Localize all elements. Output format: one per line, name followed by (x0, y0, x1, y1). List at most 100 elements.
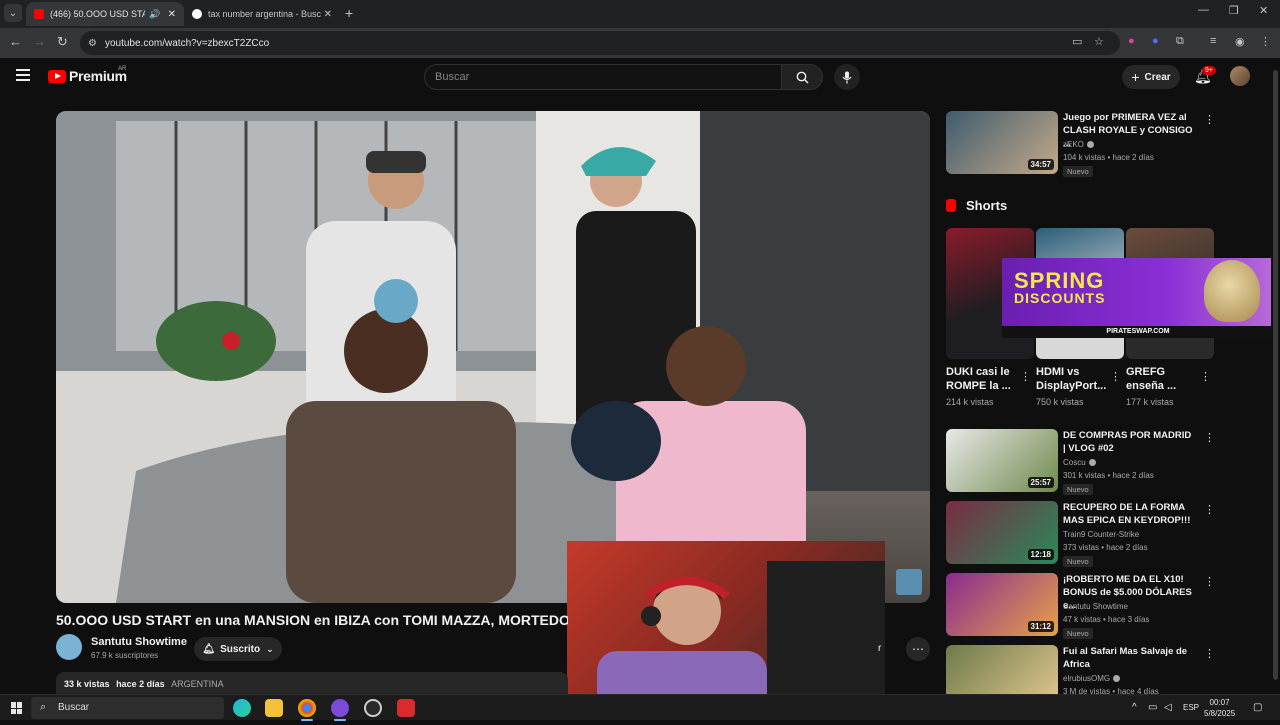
more-actions-icon[interactable]: ⋯ (906, 637, 930, 661)
channel-name[interactable]: Train9 Counter-Strike (1063, 530, 1139, 539)
file-explorer-icon[interactable] (265, 699, 283, 717)
video-meta: 47 k vistas • hace 3 días (1063, 615, 1150, 624)
account-avatar[interactable] (1230, 66, 1250, 86)
youtube-play-icon (48, 69, 66, 83)
taskbar-search[interactable]: ⌕ Buscar (31, 697, 224, 719)
new-tab-icon[interactable]: + (345, 5, 353, 21)
shorts-heading: Shorts (946, 198, 1007, 213)
reload-icon[interactable]: ↻ (57, 34, 68, 50)
more-options-icon[interactable]: ⋮ (1204, 431, 1215, 444)
tab-google-search[interactable]: tax number argentina - Buscar ✕ (184, 2, 340, 26)
network-icon[interactable]: ▭ (1148, 702, 1157, 713)
channel-name[interactable]: Coscu (1063, 458, 1096, 467)
share-button-label[interactable]: r (878, 643, 881, 654)
search-icon: ⌕ (40, 701, 47, 713)
ad-banner[interactable]: SPRING DISCOUNTS PIRATESWAP.COM (1002, 258, 1274, 338)
recommended-video[interactable]: 31:12 ¡ROBERTO ME DA EL X10! BONUS de $5… (946, 573, 1216, 639)
minimize-icon[interactable]: — (1198, 4, 1209, 16)
vpn-extension-icon[interactable]: ● (1152, 35, 1159, 47)
video-thumbnail[interactable]: 25:57 (946, 429, 1058, 492)
app-icon[interactable] (331, 699, 349, 721)
tab-title: tax number argentina - Buscar (208, 9, 321, 19)
search-input[interactable]: Buscar (424, 64, 782, 90)
browser-toolbar: ← → ↻ ⚙ youtube.com/watch?v=zbexcT2ZCco … (0, 28, 1280, 58)
chrome-icon[interactable] (298, 699, 316, 721)
extensions-puzzle-icon[interactable]: ⧉ (1176, 35, 1184, 48)
subscribed-label: Suscrito (220, 643, 261, 655)
video-title[interactable]: DE COMPRAS POR MADRID | VLOG #02 (1063, 429, 1193, 455)
forward-icon[interactable]: → (33, 34, 46, 49)
bookmark-star-icon[interactable]: ☆ (1094, 35, 1104, 48)
short-title[interactable]: HDMI vs DisplayPort... (1036, 365, 1108, 393)
video-title[interactable]: Fui al Safari Mas Salvaje de Africa (1063, 645, 1193, 671)
audio-playing-icon[interactable]: 🔊 (149, 9, 160, 20)
steam-icon[interactable] (364, 699, 382, 717)
video-thumbnail[interactable]: 31:12 (946, 573, 1058, 636)
profile-icon[interactable]: ◉ (1235, 35, 1245, 48)
volume-icon[interactable]: ◁ (1164, 702, 1172, 713)
media-controls-icon[interactable]: ≡ (1210, 35, 1216, 47)
more-options-icon[interactable]: ⋮ (1204, 575, 1215, 588)
more-options-icon[interactable]: ⋮ (1204, 113, 1215, 126)
close-tab-icon[interactable]: ✕ (168, 9, 176, 20)
recommended-video[interactable]: 34:57 Juego por PRIMERA VEZ al CLASH ROY… (946, 111, 1216, 181)
more-options-icon[interactable]: ⋮ (1200, 370, 1211, 383)
video-title[interactable]: RECUPERO DE LA FORMA MAS EPICA EN KEYDRO… (1063, 501, 1193, 527)
more-options-icon[interactable]: ⋮ (1020, 370, 1031, 383)
video-thumbnail[interactable]: 34:57 (946, 111, 1058, 174)
address-bar[interactable]: ⚙ youtube.com/watch?v=zbexcT2ZCco (80, 31, 1120, 55)
tab-search-icon[interactable]: ⌄ (4, 4, 22, 22)
taskbar-clock[interactable]: 00:07 5/8/2025 (1204, 697, 1235, 719)
short-title[interactable]: GREFG enseña ... (1126, 365, 1198, 393)
site-info-icon[interactable]: ⚙ (88, 38, 97, 49)
more-options-icon[interactable]: ⋮ (1110, 370, 1121, 383)
channel-name[interactable]: Santutu Showtime (1063, 602, 1128, 611)
channel-name-text: elrubiusOMG (1063, 674, 1111, 683)
short-title[interactable]: DUKI casi le ROMPE la ... (946, 365, 1018, 393)
recommended-video[interactable]: 12:18 RECUPERO DE LA FORMA MAS EPICA EN … (946, 501, 1216, 567)
youtube-premium-logo[interactable]: Premium AR (48, 66, 127, 84)
back-icon[interactable]: ← (9, 34, 22, 49)
anydesk-icon[interactable] (397, 699, 415, 717)
location-tag[interactable]: ARGENTINA (171, 679, 224, 689)
voice-search-button[interactable] (834, 64, 860, 90)
hamburger-menu-icon[interactable] (16, 69, 30, 81)
scrollbar-thumb[interactable] (1273, 70, 1278, 680)
create-button[interactable]: + Crear (1122, 65, 1180, 89)
extension-icon[interactable]: ● (1128, 35, 1135, 47)
windows-start-icon[interactable] (11, 702, 23, 714)
video-player[interactable] (56, 111, 930, 603)
restore-icon[interactable]: ❐ (1229, 4, 1239, 17)
description-box[interactable]: 33 k vistas hace 2 días ARGENTINA (56, 672, 568, 694)
verified-icon (1088, 459, 1096, 467)
subscribed-button[interactable]: 🔔︎ Suscrito ⌄ (194, 637, 282, 661)
more-options-icon[interactable]: ⋮ (1204, 647, 1215, 660)
search-button[interactable] (781, 64, 823, 90)
video-thumbnail[interactable] (946, 645, 1058, 694)
close-tab-icon[interactable]: ✕ (324, 9, 332, 20)
video-thumbnail[interactable]: 12:18 (946, 501, 1058, 564)
more-options-icon[interactable]: ⋮ (1204, 503, 1215, 516)
language-indicator[interactable]: ESP (1183, 703, 1199, 712)
chevron-down-icon: ⌄ (266, 643, 274, 654)
recommended-video[interactable]: Fui al Safari Mas Salvaje de Africa elru… (946, 645, 1216, 696)
region-code: AR (118, 66, 127, 72)
recommended-video[interactable]: 25:57 DE COMPRAS POR MADRID | VLOG #02 C… (946, 429, 1216, 495)
channel-name-text: zEKO (1063, 140, 1084, 149)
close-window-icon[interactable]: ✕ (1259, 4, 1268, 17)
channel-avatar[interactable] (56, 634, 82, 660)
tray-chevron-up-icon[interactable]: ^ (1132, 702, 1137, 713)
verified-icon (1086, 141, 1094, 149)
chrome-menu-icon[interactable]: ⋮ (1260, 35, 1271, 48)
notification-center-icon[interactable]: ▢ (1253, 702, 1262, 713)
tab-youtube[interactable]: (466) 50.OOO USD START e 🔊 ✕ (26, 2, 184, 26)
video-frame (56, 111, 930, 603)
channel-name[interactable]: Santutu Showtime (91, 636, 187, 648)
new-badge: Nuevo (1063, 628, 1093, 639)
cast-icon[interactable]: ▭ (1072, 35, 1082, 48)
edge-icon[interactable] (233, 699, 251, 717)
channel-name[interactable]: zEKO (1063, 140, 1094, 149)
channel-name[interactable]: elrubiusOMG (1063, 674, 1121, 683)
channel-watermark-icon[interactable] (896, 569, 922, 595)
video-meta: 373 vistas • hace 2 días (1063, 543, 1148, 552)
